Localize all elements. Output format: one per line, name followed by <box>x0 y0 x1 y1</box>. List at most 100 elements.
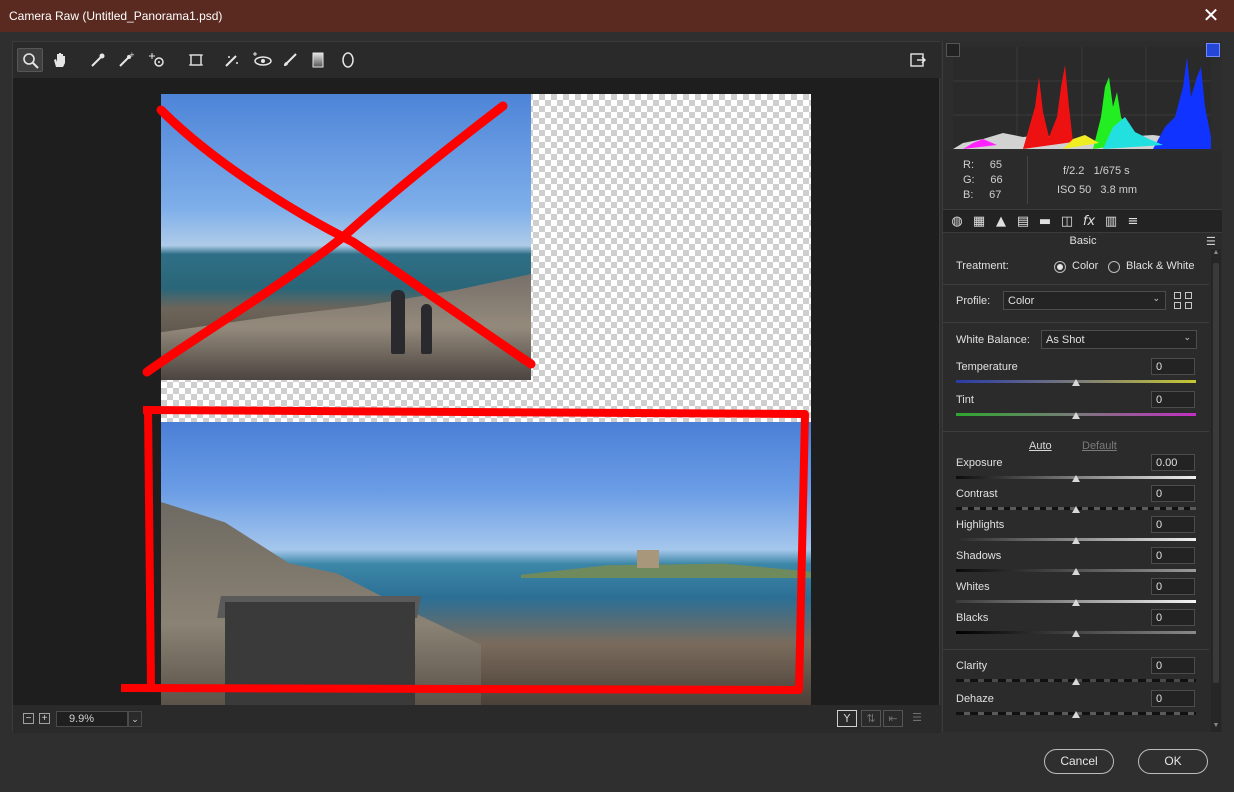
white-balance-dropdown[interactable]: As Shot ⌄ <box>1041 330 1197 349</box>
shadows-slider-thumb[interactable] <box>1072 568 1080 575</box>
spot-removal-icon[interactable] <box>219 48 245 72</box>
tint-slider-thumb[interactable] <box>1072 412 1080 419</box>
preview-area: + − + 9.9% ⌄ Y ⇅ ⇤ ☰ <box>12 41 941 733</box>
before-after-toggle[interactable]: Y <box>837 710 857 727</box>
exposure-value[interactable]: 0.00 <box>1151 454 1195 471</box>
blacks-slider-thumb[interactable] <box>1072 630 1080 637</box>
basic-tab-icon[interactable]: ◍ <box>948 213 966 231</box>
treatment-color-label[interactable]: Color <box>1072 260 1098 272</box>
shadow-clipping-warning-icon[interactable] <box>946 43 960 57</box>
copy-settings-icon[interactable]: ⇤ <box>883 710 903 727</box>
auto-button[interactable]: Auto <box>1029 440 1052 452</box>
transform-tool-icon[interactable] <box>183 48 209 72</box>
whites-label: Whites <box>956 581 990 593</box>
highlight-clipping-warning-icon[interactable] <box>1206 43 1220 57</box>
panel-tabs: ◍ ▦ ▲ ▤ ▬ ◫ fx ▥ ≡ <box>943 209 1222 233</box>
white-balance-label: White Balance: <box>956 334 1030 346</box>
dehaze-value[interactable]: 0 <box>1151 690 1195 707</box>
profile-dropdown[interactable]: Color ⌄ <box>1003 291 1166 310</box>
shadows-label: Shadows <box>956 550 1002 562</box>
blacks-value[interactable]: 0 <box>1151 609 1195 626</box>
r-value: 65 <box>989 159 1002 171</box>
shadows-value[interactable]: 0 <box>1151 547 1195 564</box>
blacks-label: Blacks <box>956 612 989 624</box>
cancel-button[interactable]: Cancel <box>1044 749 1114 774</box>
temperature-value[interactable]: 0 <box>1151 358 1195 375</box>
contrast-value[interactable]: 0 <box>1151 485 1195 502</box>
clarity-label: Clarity <box>956 660 988 672</box>
zoom-in-button[interactable]: + <box>39 713 50 724</box>
tone-curve-tab-icon[interactable]: ▦ <box>970 213 988 231</box>
preview-statusbar: − + 9.9% ⌄ Y ⇅ ⇤ ☰ <box>13 705 941 733</box>
white-balance-eyedropper-icon[interactable] <box>85 48 111 72</box>
fullscreen-toggle-icon[interactable] <box>905 48 931 72</box>
browse-profiles-icon[interactable] <box>1174 292 1194 310</box>
exposure-slider-thumb[interactable] <box>1072 475 1080 482</box>
color-sampler-icon[interactable]: + <box>113 48 139 72</box>
top-photo-layer <box>161 94 531 380</box>
clarity-slider-thumb[interactable] <box>1072 678 1080 685</box>
person-figure <box>421 304 432 354</box>
close-window-icon[interactable]: ✕ <box>1188 0 1234 32</box>
chevron-down-icon: ⌄ <box>1152 294 1160 304</box>
scroll-up-icon[interactable]: ▲ <box>1211 249 1221 259</box>
aperture-value: f/2.2 <box>1063 165 1085 177</box>
radial-filter-icon[interactable] <box>335 48 361 72</box>
white-balance-value: As Shot <box>1046 334 1085 346</box>
whites-value[interactable]: 0 <box>1151 578 1195 595</box>
adjustment-panel: R: 65 G: 66 B: 67 f/2.2 1/675 s ISO 50 3.8 … <box>942 41 1222 732</box>
dehaze-slider-thumb[interactable] <box>1072 711 1080 718</box>
iso-value: ISO 50 <box>1057 184 1092 196</box>
b-label: B: <box>963 189 974 201</box>
ok-button[interactable]: OK <box>1138 749 1208 774</box>
scroll-down-icon[interactable]: ▼ <box>1211 722 1221 732</box>
treatment-bw-radio[interactable] <box>1108 261 1120 273</box>
shutter-value: 1/675 s <box>1093 165 1130 177</box>
camera-info: f/2.2 1/675 s ISO 50 3.8 mm <box>1057 162 1138 200</box>
lens-corrections-tab-icon[interactable]: ◫ <box>1058 213 1076 231</box>
highlights-slider-thumb[interactable] <box>1072 537 1080 544</box>
red-eye-removal-icon[interactable] <box>247 48 273 72</box>
info-divider <box>1027 156 1028 204</box>
highlights-value[interactable]: 0 <box>1151 516 1195 533</box>
panel-menu-icon[interactable]: ☰ <box>1206 235 1218 248</box>
treatment-bw-label[interactable]: Black & White <box>1126 260 1194 272</box>
panorama-canvas[interactable] <box>161 94 811 706</box>
hsl-tab-icon[interactable]: ▤ <box>1014 213 1032 231</box>
tint-value[interactable]: 0 <box>1151 391 1195 408</box>
zoom-dropdown-icon[interactable]: ⌄ <box>128 711 142 727</box>
treatment-color-radio[interactable] <box>1054 261 1066 273</box>
temperature-label: Temperature <box>956 361 1018 373</box>
person-figure <box>391 290 405 354</box>
targeted-adjustment-icon[interactable] <box>143 48 169 72</box>
temperature-slider-thumb[interactable] <box>1072 379 1080 386</box>
contrast-slider-thumb[interactable] <box>1072 506 1080 513</box>
adjustment-brush-icon[interactable] <box>277 48 303 72</box>
clarity-value[interactable]: 0 <box>1151 657 1195 674</box>
island-shape <box>521 563 811 578</box>
r-label: R: <box>963 159 974 171</box>
swap-before-after-icon[interactable]: ⇅ <box>861 710 881 727</box>
svg-text:+: + <box>129 51 135 59</box>
graduated-filter-icon[interactable] <box>305 48 331 72</box>
preview-settings-icon[interactable]: ☰ <box>907 710 927 727</box>
scrollbar-thumb[interactable] <box>1213 263 1219 683</box>
tools-toolbar: + <box>13 42 941 78</box>
zoom-level-field[interactable]: 9.9% <box>56 711 128 727</box>
presets-tab-icon[interactable]: ≡ <box>1124 213 1142 231</box>
focal-length-value: 3.8 mm <box>1100 184 1138 196</box>
tint-label: Tint <box>956 394 974 406</box>
g-label: G: <box>963 174 975 186</box>
zoom-tool-icon[interactable] <box>17 48 43 72</box>
contrast-label: Contrast <box>956 488 998 500</box>
hut-shape <box>225 602 415 706</box>
zoom-out-button[interactable]: − <box>23 713 34 724</box>
effects-tab-icon[interactable]: fx <box>1080 213 1098 231</box>
default-button[interactable]: Default <box>1082 440 1117 452</box>
detail-tab-icon[interactable]: ▲ <box>992 213 1010 231</box>
hand-tool-icon[interactable] <box>47 48 73 72</box>
panel-scrollbar[interactable]: ▲ ▼ <box>1211 249 1221 732</box>
split-toning-tab-icon[interactable]: ▬ <box>1036 213 1054 231</box>
camera-calibration-tab-icon[interactable]: ▥ <box>1102 213 1120 231</box>
whites-slider-thumb[interactable] <box>1072 599 1080 606</box>
